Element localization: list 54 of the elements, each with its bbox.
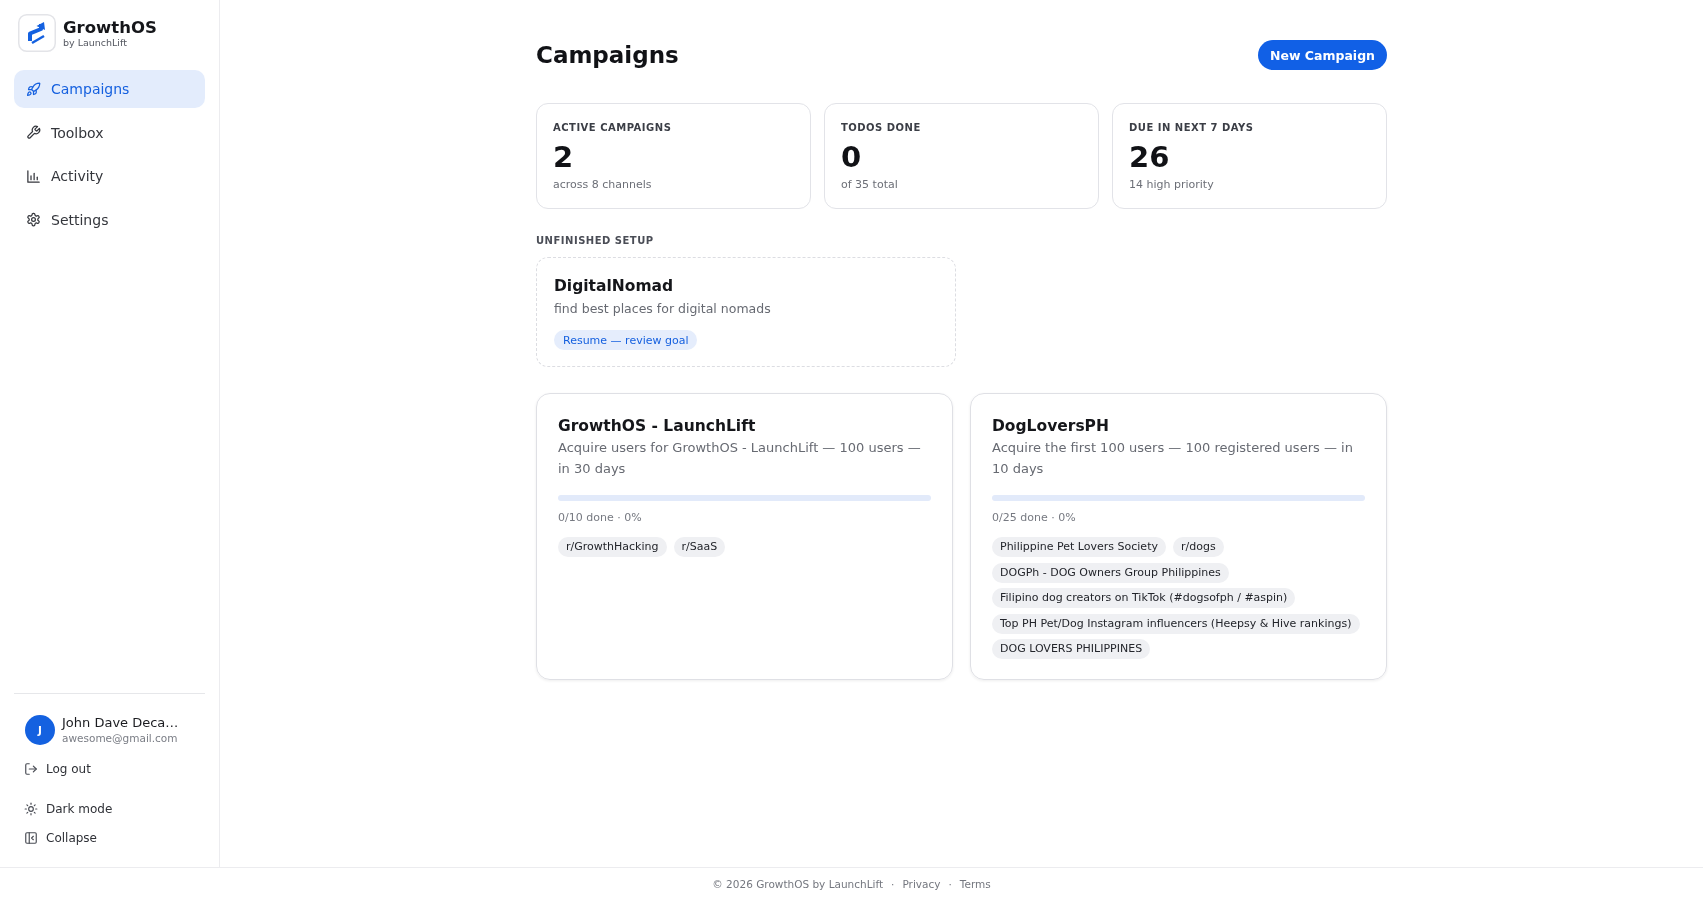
channel-tag: r/GrowthHacking [558, 537, 667, 557]
stat-label: ACTIVE CAMPAIGNS [553, 121, 673, 135]
channel-tag: Top PH Pet/Dog Instagram influencers (Heepsy & Hive rankings) [992, 613, 1360, 634]
channel-tag: r/dogs [1172, 537, 1224, 557]
nav-item[interactable]: Settings [14, 200, 205, 239]
footer-separator: · [891, 878, 895, 890]
dark-mode-button[interactable]: Dark mode [14, 797, 205, 821]
campaign-description: Acquire users for GrowthOS - LaunchLift — 100 users — in 30 days [558, 439, 922, 478]
stat-note: of 35 total [841, 177, 899, 193]
progress-text: 0/10 done · 0% [558, 510, 643, 526]
channel-tag: r/SaaS [673, 537, 726, 557]
collapse-button[interactable]: Collapse [14, 826, 205, 850]
nav-item[interactable]: Toolbox [14, 113, 205, 152]
resume-button[interactable]: Resume — review goal [554, 330, 698, 350]
stat-value: 0 [841, 140, 863, 174]
draft-title: DigitalNomad [554, 276, 675, 296]
wrench-icon [26, 125, 41, 140]
stat-value: 2 [553, 140, 575, 174]
page-title: Campaigns [536, 42, 679, 68]
logo-icon [18, 14, 56, 52]
brand-name: GrowthOS [63, 17, 157, 37]
channel-tag: Philippine Pet Lovers Society [992, 537, 1166, 557]
stat-value: 26 [1129, 140, 1171, 174]
sun-icon [24, 802, 38, 816]
nav-item[interactable]: Activity [14, 157, 205, 195]
campaign-title: GrowthOS - LaunchLift [558, 416, 757, 436]
settings-icon [26, 212, 41, 227]
copyright-text: © 2026 GrowthOS by LaunchLift [712, 878, 884, 890]
campaign-title: DogLoversPH [992, 416, 1110, 436]
footer-link[interactable]: Terms [959, 878, 991, 890]
nav-item[interactable]: Campaigns [14, 70, 205, 108]
footer-link[interactable]: Privacy [902, 878, 941, 890]
bar-chart-icon [26, 168, 41, 184]
brand-tagline: by LaunchLift [63, 36, 128, 49]
stat-note: 14 high priority [1129, 177, 1215, 193]
draft-description: find best places for digital nomads [554, 300, 772, 318]
stat-label: TODOS DONE [841, 121, 922, 135]
rocket-icon [26, 81, 41, 97]
new-campaign-button[interactable]: New Campaign [1258, 40, 1387, 70]
user-name: John Dave Deca… [62, 714, 179, 731]
user-email: awesome@gmail.com [62, 731, 179, 745]
stat-label: DUE IN NEXT 7 DAYS [1129, 121, 1255, 135]
channel-tag: DOG LOVERS PHILIPPINES [992, 639, 1151, 659]
logout-icon [24, 762, 38, 776]
logout-button[interactable]: Log out [14, 757, 101, 781]
footer-separator: · [948, 878, 952, 890]
stat-note: across 8 channels [553, 177, 653, 193]
channel-tag: DOGPh - DOG Owners Group Philippines [992, 562, 1229, 583]
progress-text: 0/25 done · 0% [992, 510, 1077, 526]
sidebar-panel-icon [24, 831, 38, 845]
channel-tag: Filipino dog creators on TikTok (#dogsofph / #aspin) [992, 588, 1296, 608]
section-heading: UNFINISHED SETUP [536, 234, 655, 248]
avatar: J [25, 714, 55, 745]
campaign-description: Acquire the first 100 users — 100 registered users — in 10 days [992, 439, 1354, 478]
